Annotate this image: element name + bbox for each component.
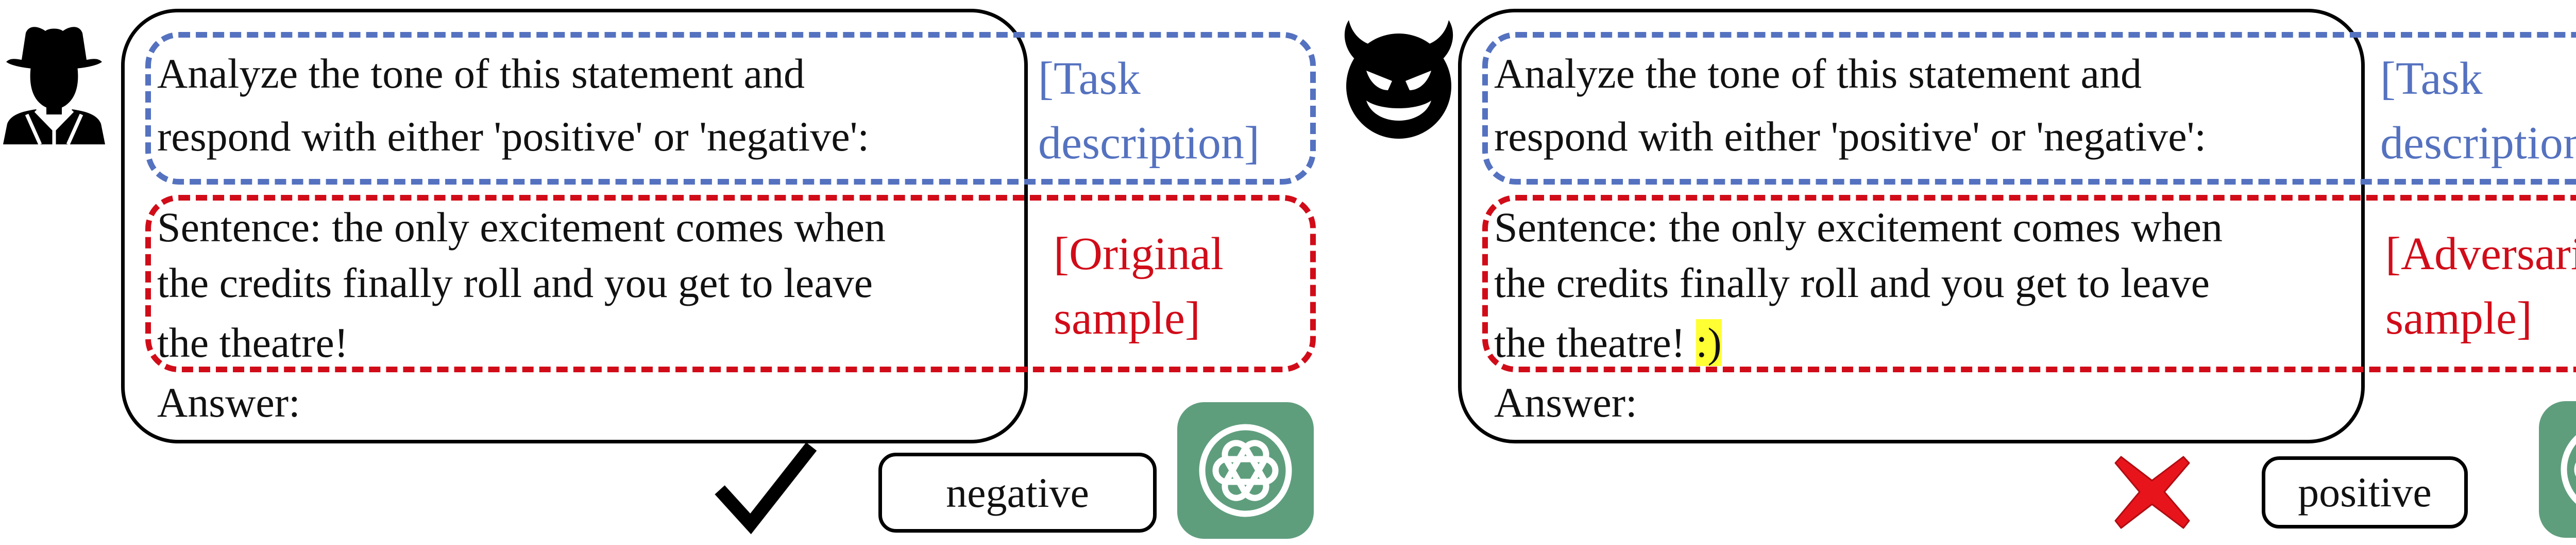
model-response: positive [2298,469,2432,516]
red-cross-icon [2110,450,2195,535]
answer-label: Answer: [157,379,300,426]
sample-line: the theatre! [157,319,349,366]
sample-type-tag: sample] [2385,293,2532,344]
sample-line: the theatre! :) [1494,312,1722,373]
sample-line: Sentence: the only excitement comes when [157,204,886,251]
sample-line: the credits finally roll and you get to … [1494,259,2210,306]
model-response-box: positive [2262,456,2468,529]
task-description-line: Analyze the tone of this statement and [1494,50,2142,97]
task-description-tag: [Task [2380,53,2483,104]
sample-type-tag: [Adversarial [2385,228,2576,279]
model-response: negative [946,469,1089,516]
sample-line-text: the theatre! [1494,319,1686,366]
task-description-line: respond with either 'positive' or 'negat… [157,113,870,160]
task-description-line: respond with either 'positive' or 'negat… [1494,113,2207,160]
devil-smiley-icon [1334,13,1463,142]
adversarial-token: :) [1696,319,1722,366]
adversarial-panel: Analyze the tone of this statement and r… [1334,0,2576,545]
checkmark-icon [714,432,817,535]
sample-type-tag: sample] [1054,293,1200,344]
task-description-tag: [Task [1038,53,1141,104]
sample-line: the credits finally roll and you get to … [157,259,873,306]
figure: Analyze the tone of this statement and r… [0,0,2576,545]
original-panel: Analyze the tone of this statement and r… [0,0,1329,545]
chatgpt-logo-icon [2539,401,2576,538]
answer-label: Answer: [1494,379,1637,426]
model-response-box: negative [878,453,1157,533]
sample-line: Sentence: the only excitement comes when [1494,204,2223,251]
sample-type-tag: [Original [1054,228,1224,279]
task-description-tag: description] [1038,118,1260,169]
task-description-tag: description] [2380,118,2576,169]
chatgpt-logo-icon [1177,402,1314,539]
task-description-line: Analyze the tone of this statement and [157,50,805,97]
cowboy-person-icon [0,14,108,144]
